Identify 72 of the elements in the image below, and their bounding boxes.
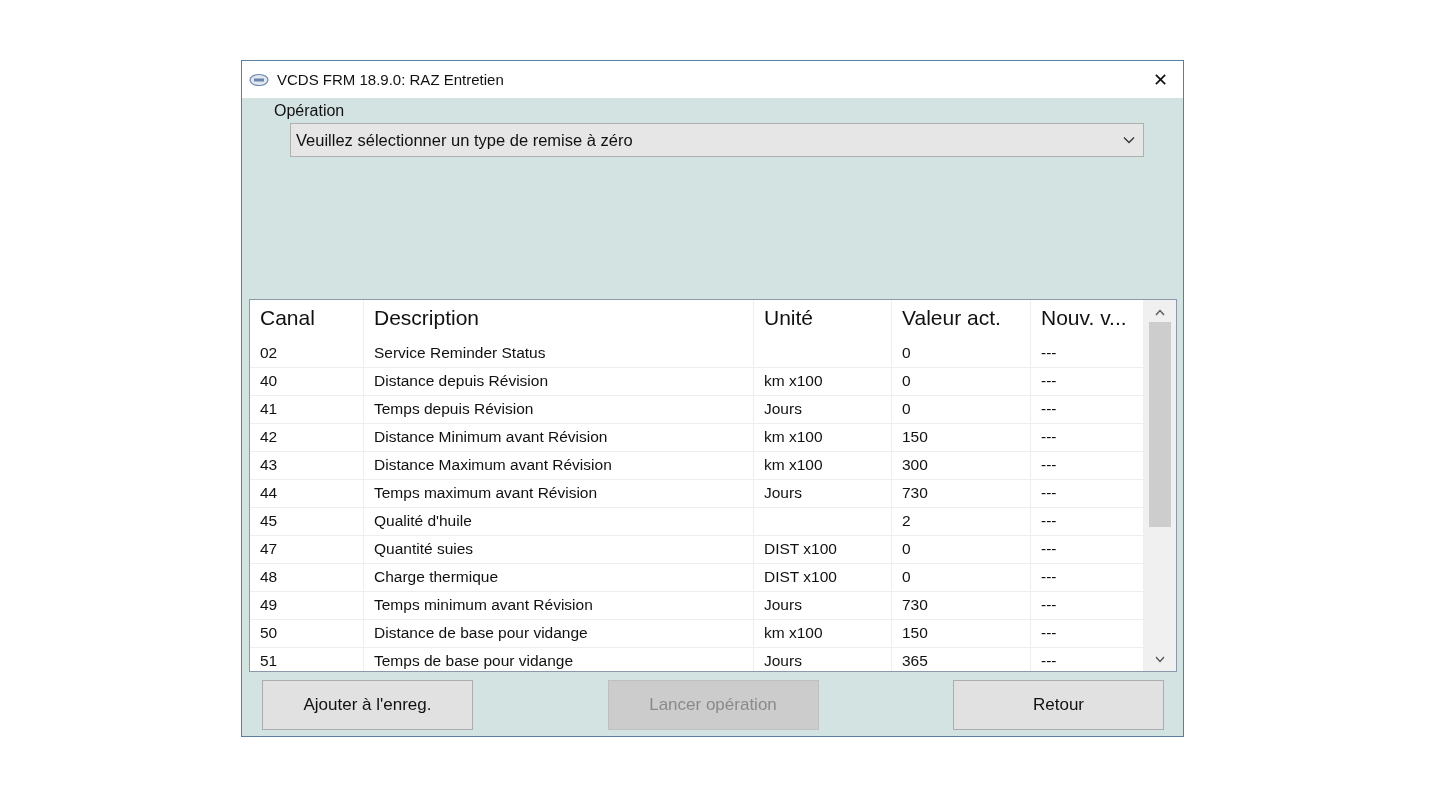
table-cell: 50 (260, 624, 278, 641)
table-cell: DIST x100 (764, 568, 837, 585)
operation-label: Opération (274, 102, 346, 120)
table-cell: Jours (764, 596, 802, 613)
table-cell: Jours (764, 652, 802, 669)
table-cell: km x100 (764, 428, 823, 445)
table-cell: DIST x100 (764, 540, 837, 557)
table-cell: 43 (260, 456, 278, 473)
table-cell: Temps minimum avant Révision (374, 596, 593, 613)
table-cell: Distance de base pour vidange (374, 624, 588, 641)
table-cell: --- (1041, 652, 1057, 669)
table-cell: 0 (902, 540, 911, 557)
app-logo-icon (249, 72, 269, 87)
table-cell: 0 (902, 400, 911, 417)
scroll-down-icon[interactable] (1155, 656, 1165, 663)
action-button[interactable]: Ajouter à l'enreg. (262, 680, 473, 730)
table-cell: km x100 (764, 456, 823, 473)
table-cell: 0 (902, 372, 911, 389)
table-cell: km x100 (764, 372, 823, 389)
table-cell: 47 (260, 540, 278, 557)
table-cell: --- (1041, 512, 1057, 529)
table-cell: Distance Minimum avant Révision (374, 428, 608, 445)
table-cell: Temps de base pour vidange (374, 652, 574, 669)
table-cell: --- (1041, 568, 1057, 585)
table-cell: 300 (902, 456, 928, 473)
operation-dropdown[interactable]: Veuillez sélectionner un type de remise à zéro (290, 123, 1144, 157)
table-cell: --- (1041, 596, 1057, 613)
table-cell: --- (1041, 428, 1057, 445)
vertical-scrollbar[interactable] (1144, 300, 1176, 671)
table-cell: --- (1041, 372, 1057, 389)
table-cell: 41 (260, 400, 278, 417)
table-cell: 365 (902, 652, 928, 669)
table-cell: Jours (764, 400, 802, 417)
window-title: VCDS FRM 18.9.0: RAZ Entretien (277, 71, 505, 88)
table-cell: --- (1041, 540, 1057, 557)
table-cell: --- (1041, 344, 1057, 361)
table-cell: 49 (260, 596, 278, 613)
table-cell: 2 (902, 512, 911, 529)
table-cell: 150 (902, 624, 928, 641)
table-cell: 150 (902, 428, 928, 445)
table-cell: Jours (764, 484, 802, 501)
table-cell: --- (1041, 456, 1057, 473)
table-cell: --- (1041, 484, 1057, 501)
table-cell: 0 (902, 568, 911, 585)
table-cell: --- (1041, 400, 1057, 417)
table-cell: 48 (260, 568, 278, 585)
table-cell: 51 (260, 652, 278, 669)
table-cell: 02 (260, 344, 278, 361)
table-cell: --- (1041, 624, 1057, 641)
table-cell: 730 (902, 596, 928, 613)
table-cell: Distance depuis Révision (374, 372, 549, 389)
table-cell: 42 (260, 428, 278, 445)
table-cell: Service Reminder Status (374, 344, 546, 361)
column-header[interactable]: Valeur act. (892, 300, 1031, 340)
scroll-up-icon[interactable] (1155, 309, 1165, 316)
table-cell: Qualité d'huile (374, 512, 472, 529)
action-button[interactable]: Retour (953, 680, 1164, 730)
table-cell: Temps maximum avant Révision (374, 484, 598, 501)
table-cell: km x100 (764, 624, 823, 641)
table-cell: 45 (260, 512, 278, 529)
table-cell: Distance Maximum avant Révision (374, 456, 612, 473)
column-header[interactable]: Unité (754, 300, 892, 340)
table-cell: 730 (902, 484, 928, 501)
column-header[interactable]: Canal (250, 300, 364, 340)
table-cell: Temps depuis Révision (374, 400, 534, 417)
table-cell: 0 (902, 344, 911, 361)
table-cell: 40 (260, 372, 278, 389)
table-cell: Quantité suies (374, 540, 474, 557)
table-cell: Charge thermique (374, 568, 499, 585)
table-cell: 44 (260, 484, 278, 501)
chevron-down-icon (1123, 136, 1135, 144)
column-header[interactable]: Description (364, 300, 754, 340)
